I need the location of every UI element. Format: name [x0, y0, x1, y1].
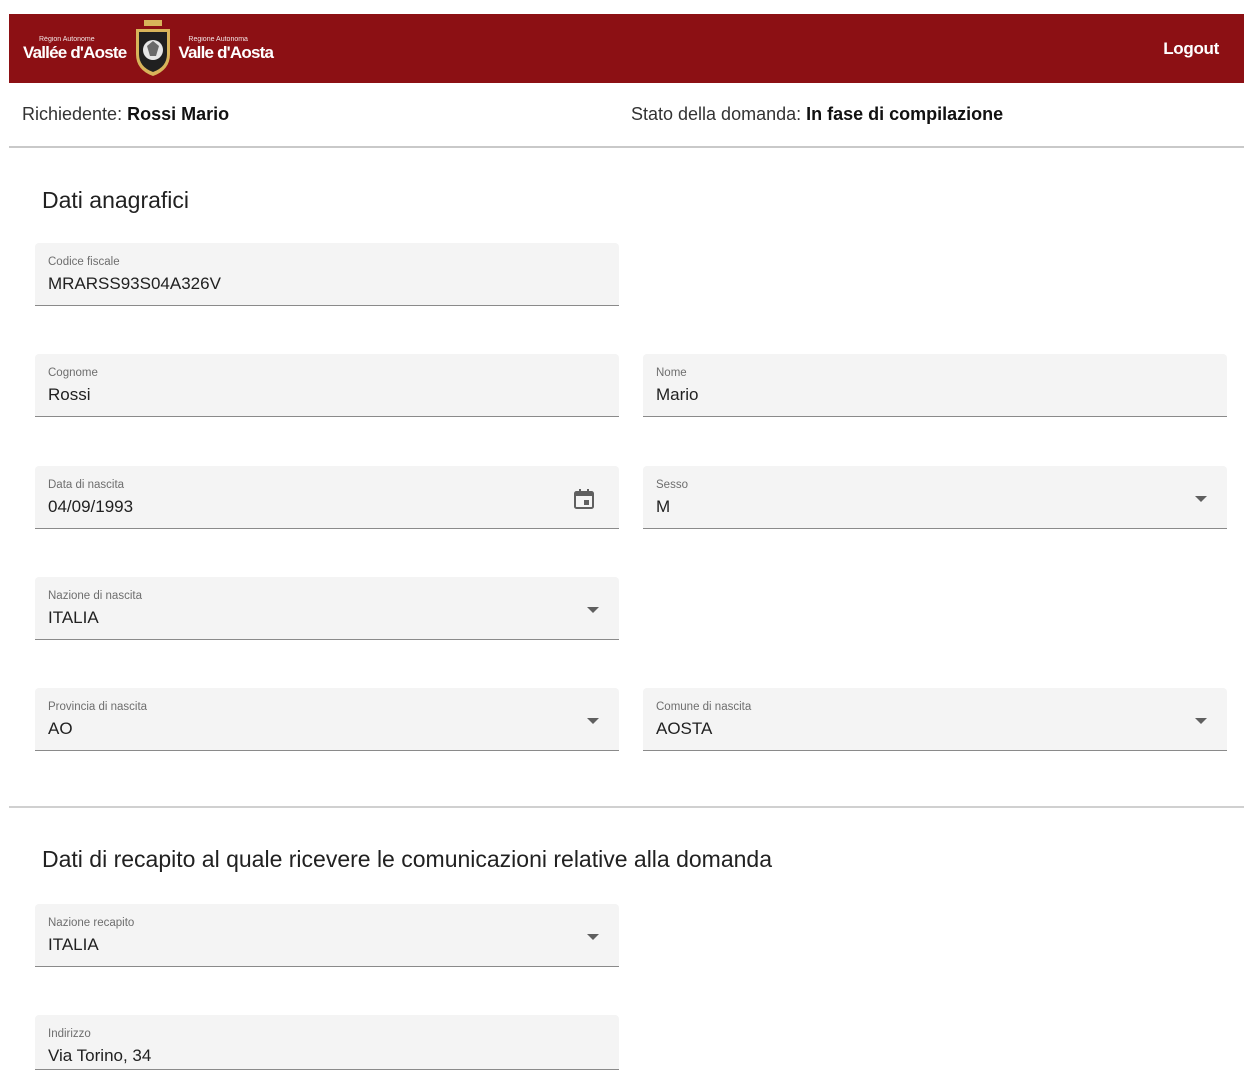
applicant-label: Richiedente: [22, 104, 123, 124]
application-status: Stato della domanda: In fase di compilaz… [631, 104, 1003, 125]
app-header: Région Autonome Vallée d'Aoste Regione A… [9, 14, 1244, 83]
field-label: Data di nascita [48, 479, 125, 491]
application-info-bar: Richiedente: Rossi Mario Stato della dom… [9, 83, 1244, 148]
field-value: MRARSS93S04A326V [48, 274, 221, 293]
logo-italian-small: Regione Autonoma [188, 36, 248, 43]
field-label: Provincia di nascita [48, 701, 148, 713]
section-divider [9, 806, 1244, 808]
dropdown-arrow-icon [587, 718, 599, 724]
logo-text-italian: Regione Autonoma Valle d'Aosta [178, 36, 274, 62]
field-label: Sesso [656, 479, 688, 491]
field-value: 04/09/1993 [48, 497, 134, 516]
applicant-name: Rossi Mario [127, 104, 230, 124]
nome-field[interactable]: Nome Mario [643, 354, 1227, 417]
dropdown-arrow-icon [587, 607, 599, 613]
data-nascita-field[interactable]: Data di nascita 04/09/1993 [35, 466, 619, 529]
field-label: Cognome [48, 367, 98, 379]
field-label: Indirizzo [48, 1028, 91, 1040]
dropdown-arrow-icon [587, 934, 599, 940]
logo-french-big: Vallée d'Aoste [23, 43, 127, 62]
nazione-recapito-select[interactable]: Nazione recapito ITALIA [35, 904, 619, 967]
dropdown-arrow-icon [1195, 496, 1207, 502]
status-label: Stato della domanda: [631, 104, 802, 124]
sesso-select[interactable]: Sesso M [643, 466, 1227, 529]
field-value: AOSTA [656, 719, 713, 738]
comune-nascita-select[interactable]: Comune di nascita AOSTA [643, 688, 1227, 751]
field-value: Via Torino, 34 [48, 1046, 152, 1065]
field-value: ITALIA [48, 608, 99, 627]
field-label: Comune di nascita [656, 701, 752, 713]
field-value: M [656, 497, 671, 516]
cognome-field[interactable]: Cognome Rossi [35, 354, 619, 417]
section-title-personal-data: Dati anagrafici [42, 187, 190, 213]
indirizzo-field[interactable]: Indirizzo Via Torino, 34 [35, 1015, 619, 1070]
logo-french-small: Région Autonome [39, 36, 95, 43]
field-label: Codice fiscale [48, 256, 120, 268]
logo-text-french: Région Autonome Vallée d'Aoste [23, 36, 127, 62]
nazione-nascita-select[interactable]: Nazione di nascita ITALIA [35, 577, 619, 640]
calendar-icon[interactable] [573, 488, 595, 510]
field-label: Nazione di nascita [48, 590, 142, 602]
field-value: AO [48, 719, 73, 738]
field-value: Rossi [48, 385, 91, 404]
region-logo[interactable]: Région Autonome Vallée d'Aoste Regione A… [23, 19, 274, 78]
coat-of-arms-icon [136, 19, 171, 76]
logo-italian-big: Valle d'Aosta [178, 43, 274, 62]
status-value: In fase di compilazione [806, 104, 1004, 124]
field-label: Nazione recapito [48, 917, 135, 929]
field-value: Mario [656, 385, 699, 404]
logout-button[interactable]: Logout [1163, 39, 1219, 59]
dropdown-arrow-icon [1195, 718, 1207, 724]
codice-fiscale-field[interactable]: Codice fiscale MRARSS93S04A326V [35, 243, 619, 306]
field-value: ITALIA [48, 935, 99, 954]
section-title-contact-data: Dati di recapito al quale ricevere le co… [42, 846, 773, 872]
provincia-nascita-select[interactable]: Provincia di nascita AO [35, 688, 619, 751]
applicant-info: Richiedente: Rossi Mario [22, 104, 229, 125]
field-label: Nome [656, 367, 687, 379]
